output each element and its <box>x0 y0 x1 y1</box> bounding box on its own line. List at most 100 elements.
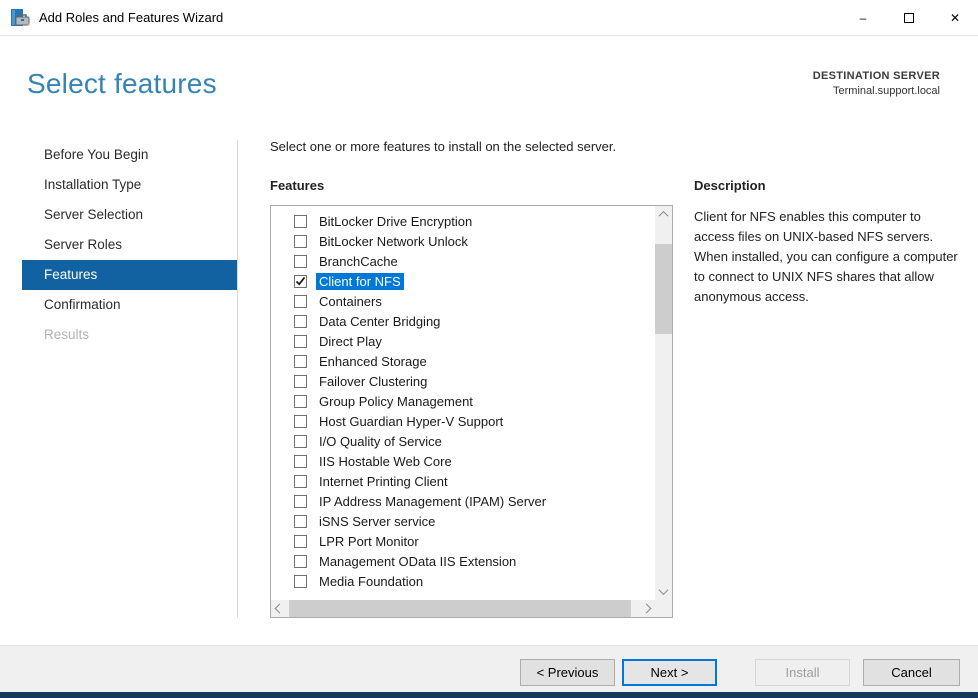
scrollbar-corner <box>655 600 672 617</box>
feature-label: Containers <box>316 293 385 310</box>
feature-row-client-for-nfs[interactable]: Client for NFS <box>271 271 655 291</box>
checkmark-icon <box>295 276 306 287</box>
feature-label: Direct Play <box>316 333 385 350</box>
sidebar-item-features[interactable]: Features <box>22 260 237 290</box>
sidebar-item-confirmation[interactable]: Confirmation <box>22 290 237 320</box>
next-button[interactable]: Next > <box>622 659 717 686</box>
feature-checkbox[interactable] <box>294 275 307 288</box>
feature-label: Enhanced Storage <box>316 353 430 370</box>
feature-row-bitlocker-network-unlock[interactable]: BitLocker Network Unlock <box>271 231 655 251</box>
scroll-right-button[interactable] <box>638 600 655 617</box>
feature-label: Group Policy Management <box>316 393 476 410</box>
title-bar: Add Roles and Features Wizard – ✕ <box>0 0 978 36</box>
description-title: Description <box>694 178 766 193</box>
feature-checkbox[interactable] <box>294 435 307 448</box>
horizontal-scrollbar-thumb[interactable] <box>289 600 631 617</box>
feature-label: Client for NFS <box>316 273 404 290</box>
window-controls: – ✕ <box>840 0 978 35</box>
chevron-down-icon <box>659 585 669 595</box>
sidebar-item-installation-type[interactable]: Installation Type <box>22 170 237 200</box>
feature-row-bitlocker-drive-encryption[interactable]: BitLocker Drive Encryption <box>271 211 655 231</box>
feature-checkbox[interactable] <box>294 235 307 248</box>
feature-label: BitLocker Drive Encryption <box>316 213 475 230</box>
feature-checkbox[interactable] <box>294 395 307 408</box>
sidebar-item-server-selection[interactable]: Server Selection <box>22 200 237 230</box>
sidebar-item-results[interactable]: Results <box>22 320 237 350</box>
window-title: Add Roles and Features Wizard <box>39 10 223 25</box>
features-listbox[interactable]: BitLocker Drive Encryption BitLocker Netw… <box>270 205 673 618</box>
feature-label: Internet Printing Client <box>316 473 451 490</box>
sidebar: Before You BeginInstallation TypeServer … <box>22 140 237 350</box>
instruction-text: Select one or more features to install o… <box>270 139 616 154</box>
close-button[interactable]: ✕ <box>932 0 978 35</box>
feature-row-internet-printing-client[interactable]: Internet Printing Client <box>271 471 655 491</box>
feature-checkbox[interactable] <box>294 315 307 328</box>
window-bottom-border <box>0 692 978 698</box>
feature-checkbox[interactable] <box>294 355 307 368</box>
feature-checkbox[interactable] <box>294 335 307 348</box>
destination-server-label: DESTINATION SERVER <box>813 70 940 82</box>
features-label: Features <box>270 178 324 193</box>
sidebar-item-before-you-begin[interactable]: Before You Begin <box>22 140 237 170</box>
feature-checkbox[interactable] <box>294 495 307 508</box>
feature-row-failover-clustering[interactable]: Failover Clustering <box>271 371 655 391</box>
feature-row-lpr-port-monitor[interactable]: LPR Port Monitor <box>271 531 655 551</box>
feature-label: Failover Clustering <box>316 373 430 390</box>
feature-checkbox[interactable] <box>294 535 307 548</box>
vertical-scrollbar-thumb[interactable] <box>655 244 672 334</box>
feature-row-enhanced-storage[interactable]: Enhanced Storage <box>271 351 655 371</box>
maximize-button[interactable] <box>886 0 932 35</box>
sidebar-item-server-roles[interactable]: Server Roles <box>22 230 237 260</box>
chevron-left-icon <box>275 604 285 614</box>
feature-checkbox[interactable] <box>294 215 307 228</box>
feature-checkbox[interactable] <box>294 575 307 588</box>
install-button[interactable]: Install <box>755 659 850 686</box>
feature-row-direct-play[interactable]: Direct Play <box>271 331 655 351</box>
feature-checkbox[interactable] <box>294 295 307 308</box>
scroll-down-button[interactable] <box>655 583 672 600</box>
feature-row-branchcache[interactable]: BranchCache <box>271 251 655 271</box>
feature-label: I/O Quality of Service <box>316 433 445 450</box>
feature-label: Host Guardian Hyper-V Support <box>316 413 506 430</box>
cancel-button[interactable]: Cancel <box>863 659 960 686</box>
features-list: BitLocker Drive Encryption BitLocker Netw… <box>271 206 655 600</box>
feature-label: LPR Port Monitor <box>316 533 422 550</box>
scroll-left-button[interactable] <box>271 600 288 617</box>
destination-server-name: Terminal.support.local <box>813 85 940 97</box>
wizard-window: Add Roles and Features Wizard – ✕ Select… <box>0 0 978 698</box>
sidebar-divider <box>237 140 238 618</box>
feature-checkbox[interactable] <box>294 475 307 488</box>
maximize-icon <box>904 13 914 23</box>
feature-row-management-odata-iis-extension[interactable]: Management OData IIS Extension <box>271 551 655 571</box>
feature-checkbox[interactable] <box>294 375 307 388</box>
feature-label: Media Foundation <box>316 573 426 590</box>
feature-row-media-foundation[interactable]: Media Foundation <box>271 571 655 591</box>
feature-label: BranchCache <box>316 253 401 270</box>
chevron-right-icon <box>642 604 652 614</box>
feature-row-data-center-bridging[interactable]: Data Center Bridging <box>271 311 655 331</box>
feature-row-iis-hostable-web-core[interactable]: IIS Hostable Web Core <box>271 451 655 471</box>
feature-checkbox[interactable] <box>294 555 307 568</box>
feature-row-host-guardian-hyper-v-support[interactable]: Host Guardian Hyper-V Support <box>271 411 655 431</box>
feature-row-group-policy-management[interactable]: Group Policy Management <box>271 391 655 411</box>
feature-label: BitLocker Network Unlock <box>316 233 471 250</box>
feature-row-isns-server-service[interactable]: iSNS Server service <box>271 511 655 531</box>
chevron-up-icon <box>659 211 669 221</box>
feature-checkbox[interactable] <box>294 515 307 528</box>
feature-row-ip-address-management-ipam-server[interactable]: IP Address Management (IPAM) Server <box>271 491 655 511</box>
feature-checkbox[interactable] <box>294 455 307 468</box>
feature-label: Management OData IIS Extension <box>316 553 519 570</box>
feature-label: Data Center Bridging <box>316 313 443 330</box>
horizontal-scrollbar[interactable] <box>271 600 655 617</box>
feature-row-containers[interactable]: Containers <box>271 291 655 311</box>
feature-checkbox[interactable] <box>294 255 307 268</box>
destination-server-block: DESTINATION SERVER Terminal.support.loca… <box>813 70 940 97</box>
previous-button[interactable]: < Previous <box>520 659 615 686</box>
feature-label: iSNS Server service <box>316 513 438 530</box>
minimize-button[interactable]: – <box>840 0 886 35</box>
vertical-scrollbar[interactable] <box>655 206 672 600</box>
feature-checkbox[interactable] <box>294 415 307 428</box>
feature-row-i-o-quality-of-service[interactable]: I/O Quality of Service <box>271 431 655 451</box>
feature-label: IP Address Management (IPAM) Server <box>316 493 549 510</box>
scroll-up-button[interactable] <box>655 206 672 223</box>
